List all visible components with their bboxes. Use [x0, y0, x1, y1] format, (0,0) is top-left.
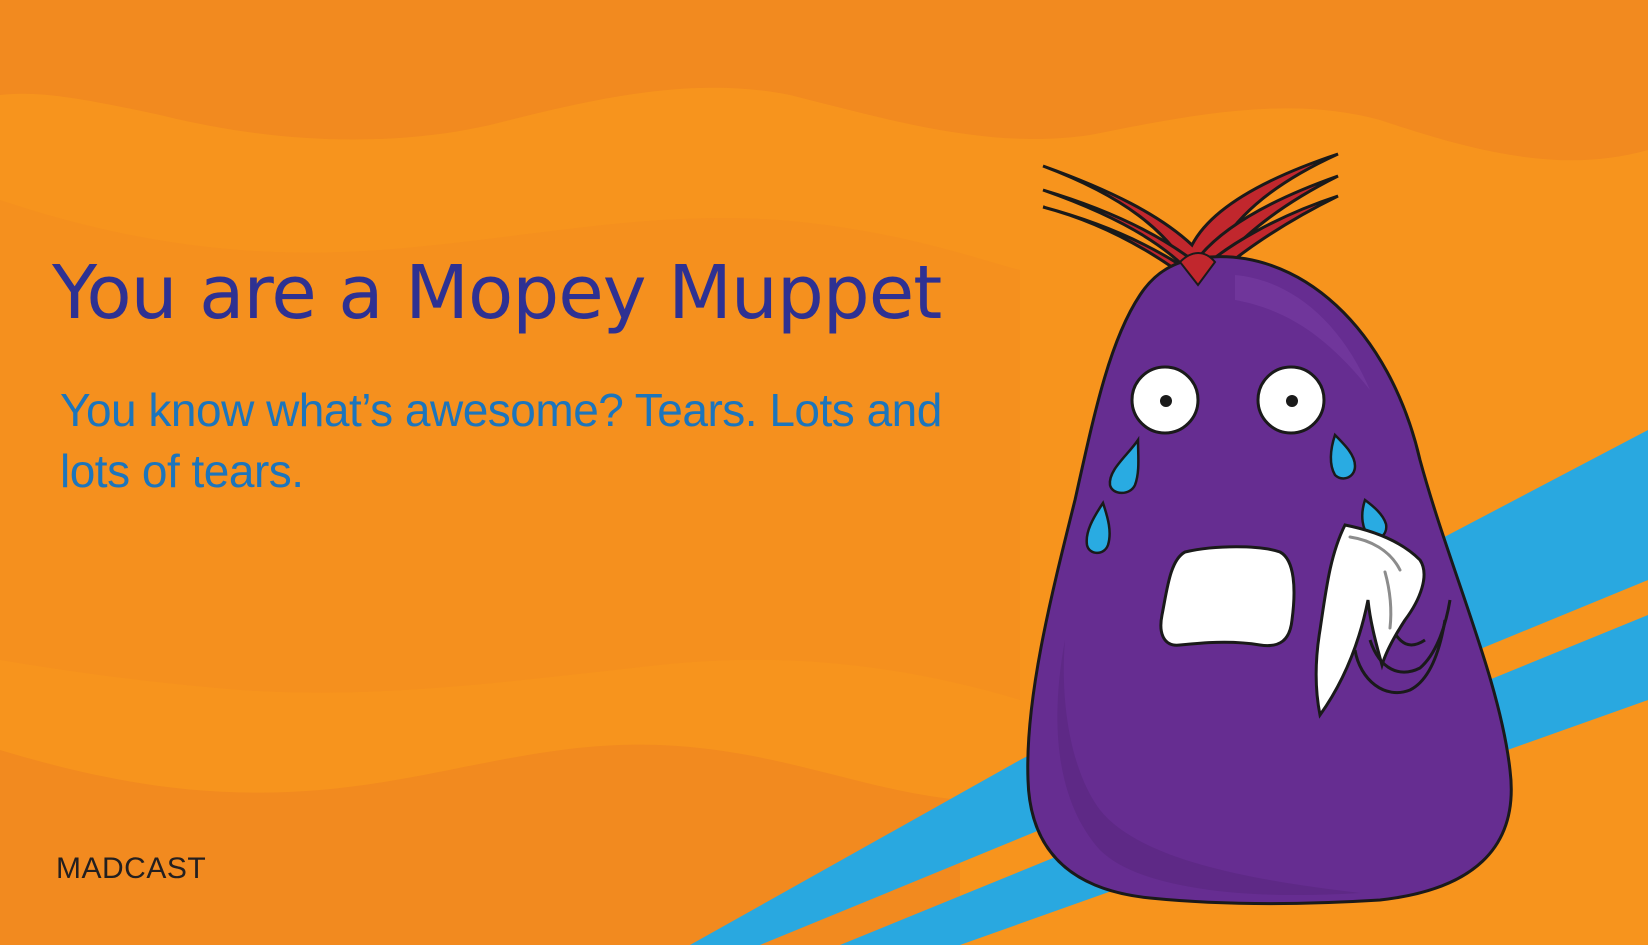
muppet-mouth [1159, 545, 1296, 648]
purple-muppet-crying-icon [1026, 152, 1513, 906]
result-card: You are a Mopey Muppet You know what’s a… [0, 0, 1648, 945]
left-pupil [1160, 395, 1172, 407]
right-pupil [1286, 395, 1298, 407]
